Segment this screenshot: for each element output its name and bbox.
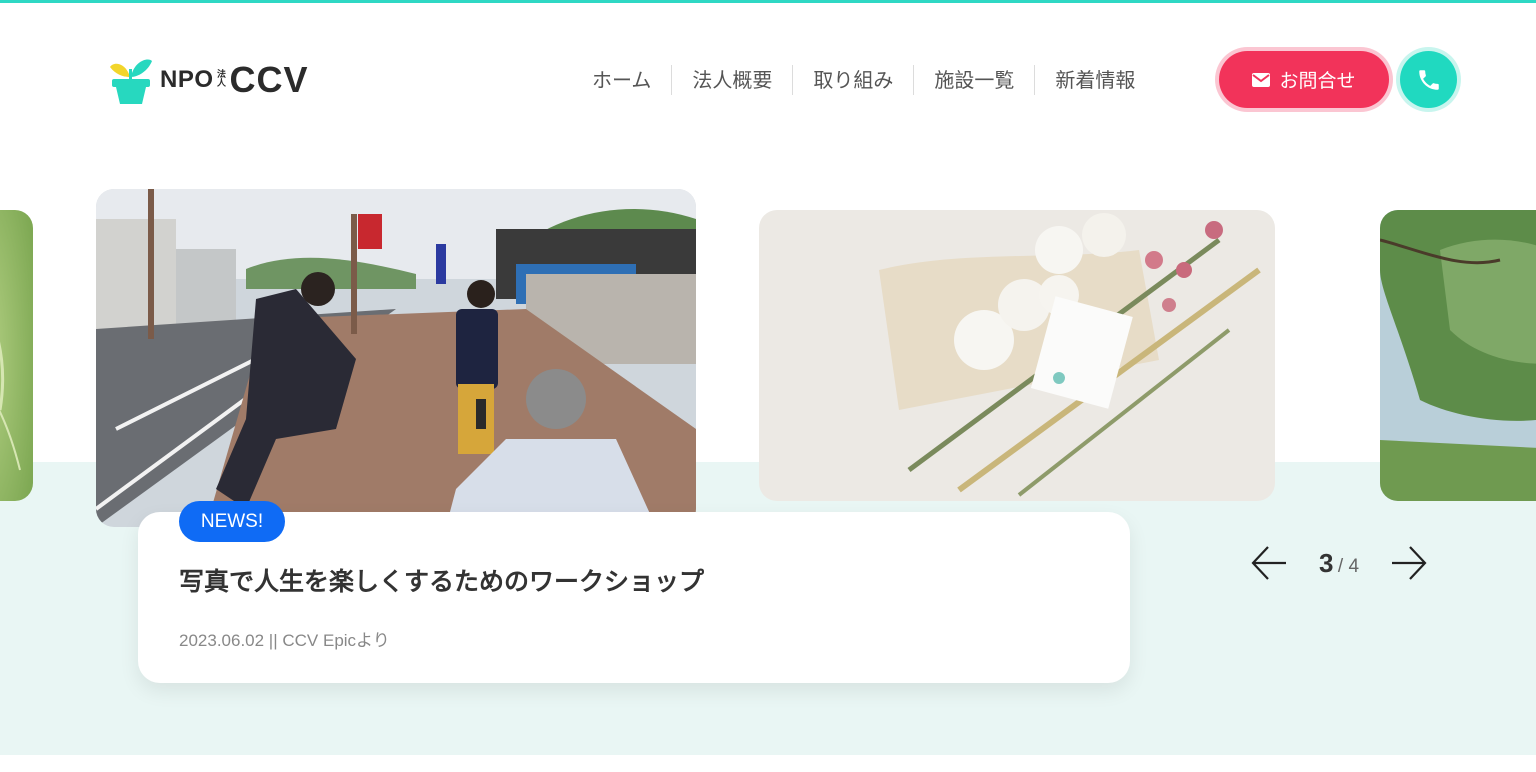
nav-about[interactable]: 法人概要 bbox=[672, 64, 792, 96]
logo-npo: NPO bbox=[160, 66, 214, 93]
news-meta: 2023.06.02 || CCV Epicより bbox=[179, 631, 390, 650]
top-accent-line bbox=[0, 0, 1536, 3]
arrow-right-icon bbox=[1392, 546, 1427, 580]
news-title[interactable]: 写真で人生を楽しくするためのワークショップ bbox=[179, 562, 704, 598]
slide-leaf-image[interactable] bbox=[0, 210, 33, 501]
nav-activities[interactable]: 取り組み bbox=[793, 64, 913, 96]
contact-button[interactable]: お問合せ bbox=[1219, 51, 1389, 108]
news-badge: NEWS! bbox=[179, 501, 285, 542]
sprout-pot-icon bbox=[108, 55, 154, 105]
slider-prev-button[interactable] bbox=[1242, 535, 1298, 591]
nav-home[interactable]: ホーム bbox=[572, 64, 671, 96]
arrow-left-icon bbox=[1251, 546, 1286, 580]
main-nav: ホーム 法人概要 取り組み 施設一覧 新着情報 bbox=[572, 64, 1155, 96]
slide-cotton-bouquet-image[interactable] bbox=[759, 210, 1275, 501]
nav-facilities[interactable]: 施設一覧 bbox=[914, 64, 1034, 96]
slide-workshop-photo[interactable] bbox=[96, 189, 696, 527]
logo-hojin: 法人 bbox=[217, 70, 227, 89]
logo-text: NPO 法人 CCV bbox=[160, 59, 309, 101]
nav-news[interactable]: 新着情報 bbox=[1035, 64, 1155, 96]
logo-ccv: CCV bbox=[229, 59, 309, 100]
slider-current-index: 3 bbox=[1318, 548, 1334, 578]
slider-total: / 4 bbox=[1337, 556, 1360, 577]
contact-button-label: お問合せ bbox=[1279, 70, 1356, 92]
slider-counter: 3 / 4 bbox=[1300, 548, 1378, 579]
slider-next-button[interactable] bbox=[1380, 535, 1436, 591]
slide-trees-image[interactable] bbox=[1380, 210, 1536, 501]
site-logo[interactable]: NPO 法人 CCV bbox=[108, 55, 309, 105]
mail-icon bbox=[1252, 72, 1271, 87]
phone-button[interactable] bbox=[1400, 51, 1457, 108]
phone-icon bbox=[1418, 69, 1439, 90]
